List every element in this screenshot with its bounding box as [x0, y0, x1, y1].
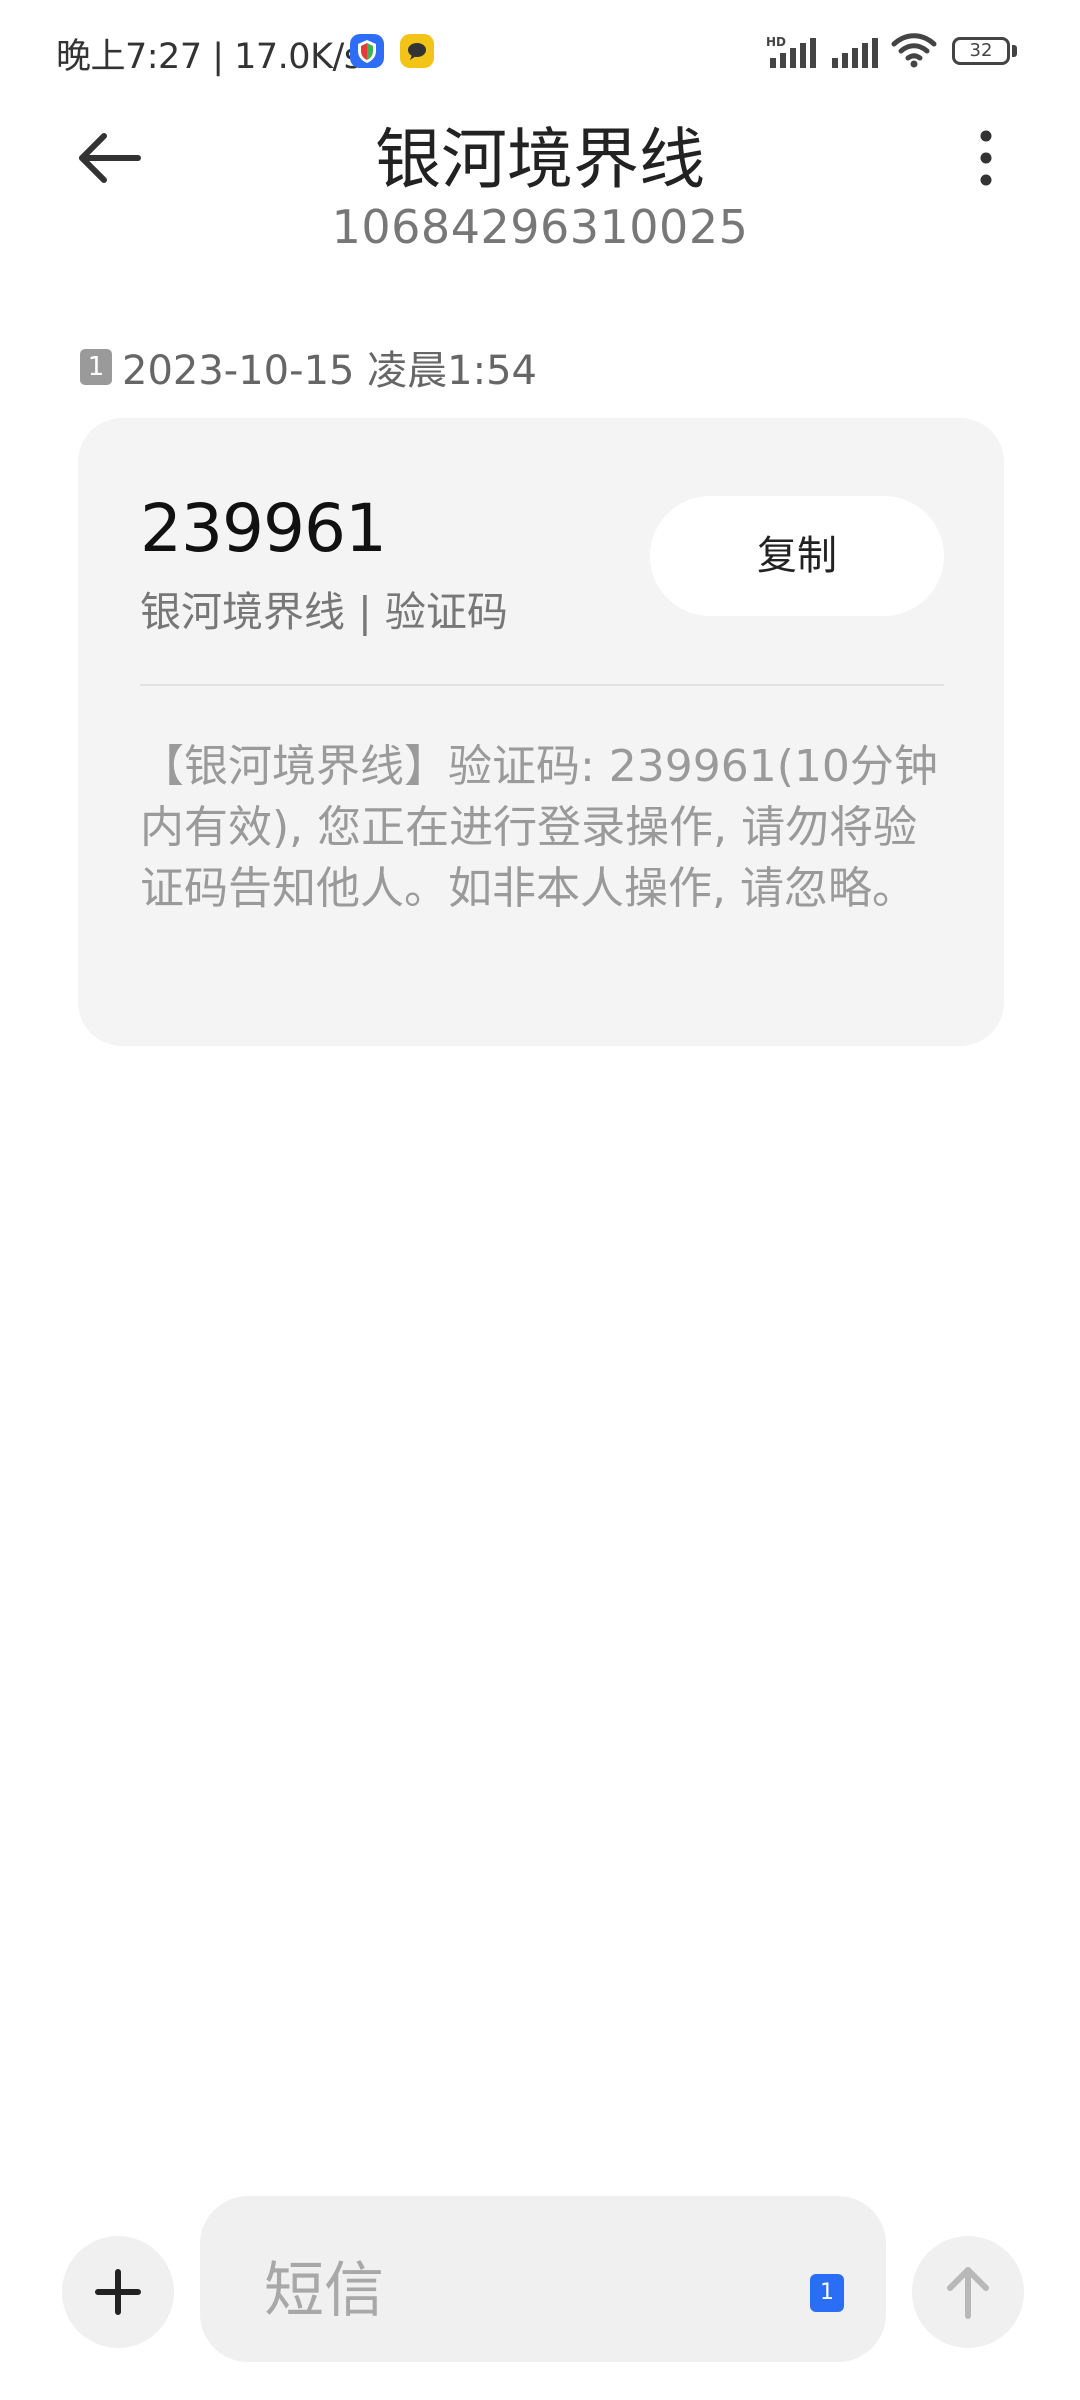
signal-icon	[832, 38, 878, 68]
send-arrow-up-icon	[947, 2267, 989, 2319]
wifi-icon	[891, 33, 937, 68]
verification-code-source: 银河境界线 | 验证码	[140, 588, 508, 636]
verification-code: 239961	[140, 490, 387, 567]
sim-select-icon[interactable]: 1	[810, 2274, 844, 2312]
more-vertical-icon	[980, 130, 992, 186]
sms-conversation-screen: 晚上7:27 | 17.0K/s HD 32 银河境界线 10684296310…	[0, 0, 1080, 2400]
message-input-placeholder: 短信	[264, 2256, 384, 2326]
send-button[interactable]	[912, 2236, 1024, 2348]
message-timestamp-row: 1 2023-10-15 凌晨1:54	[80, 342, 537, 394]
verification-message-card[interactable]: 239961 银河境界线 | 验证码 复制 【银河境界线】验证码: 239961…	[78, 418, 1004, 1046]
plus-icon	[95, 2269, 141, 2315]
hd-signal-icon: HD	[766, 35, 816, 68]
message-timestamp: 2023-10-15 凌晨1:54	[122, 348, 537, 394]
status-time-speed: 晚上7:27 | 17.0K/s	[56, 37, 362, 77]
battery-level: 32	[969, 40, 993, 61]
card-divider	[140, 684, 944, 686]
message-body: 【银河境界线】验证码: 239961(10分钟内有效), 您正在进行登录操作, …	[140, 741, 938, 914]
chat-app-icon	[400, 34, 434, 68]
more-options-button[interactable]	[950, 118, 1010, 198]
battery-cap	[1012, 45, 1017, 57]
status-bar: 晚上7:27 | 17.0K/s HD 32	[0, 0, 1080, 96]
sim-card-icon: 1	[80, 349, 112, 385]
shield-app-icon	[350, 34, 384, 68]
hd-label: HD	[766, 35, 786, 49]
message-input[interactable]: 短信 1	[200, 2196, 886, 2362]
contact-phone-number: 10684296310025	[331, 200, 749, 254]
battery-icon: 32	[952, 37, 1010, 65]
contact-title: 银河境界线	[375, 121, 705, 198]
copy-code-button[interactable]: 复制	[650, 496, 944, 616]
add-attachment-button[interactable]	[62, 2236, 174, 2348]
